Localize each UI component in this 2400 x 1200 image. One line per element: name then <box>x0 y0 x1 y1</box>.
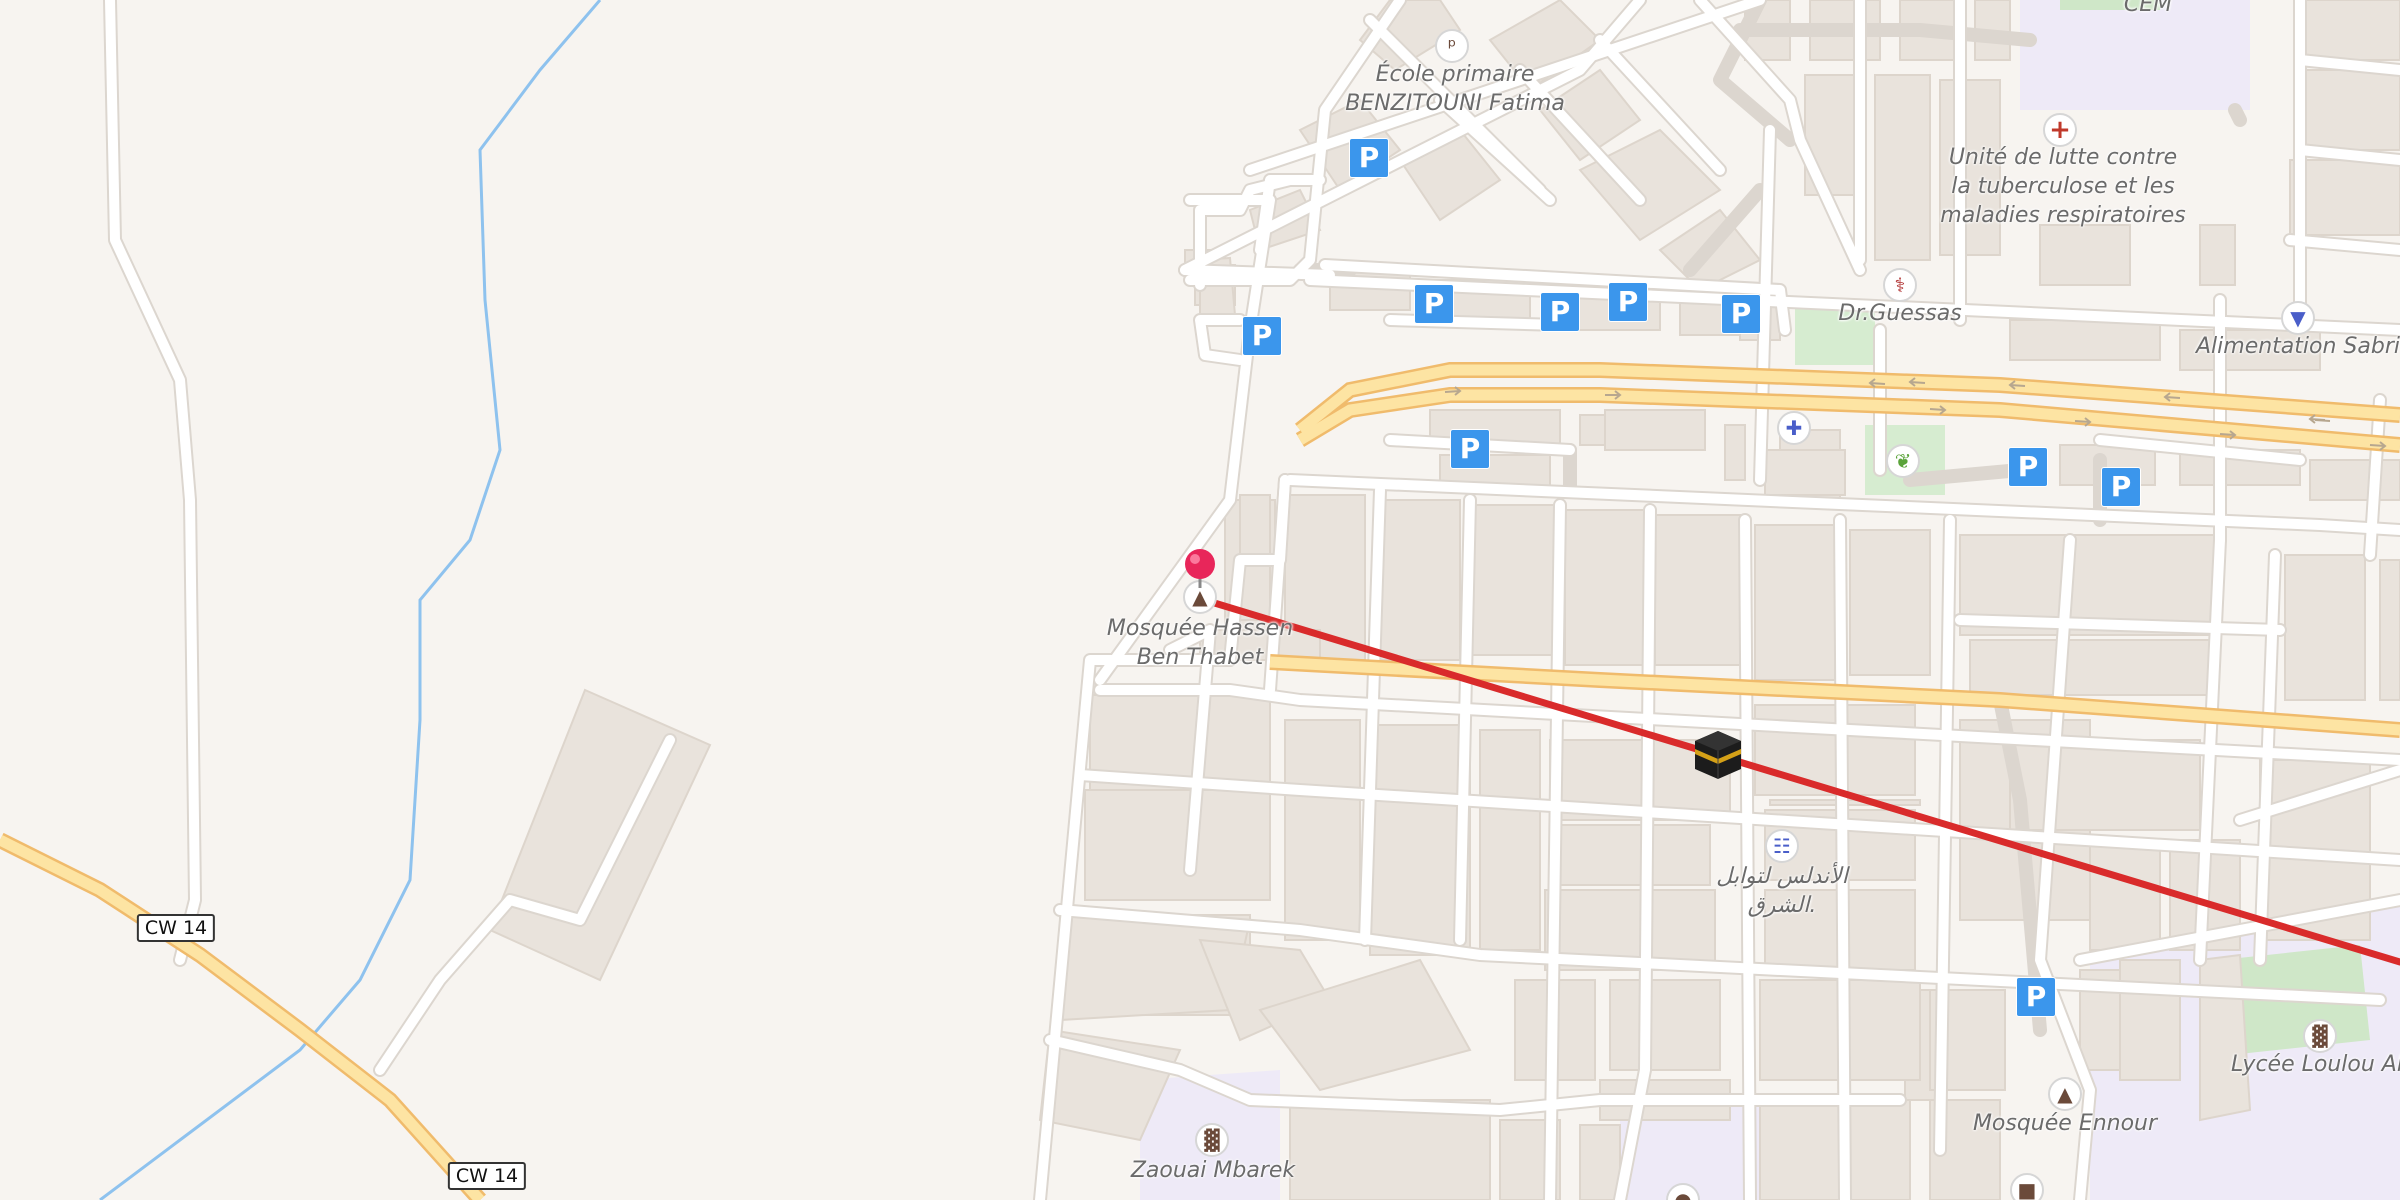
location-pin-icon[interactable] <box>1180 548 1220 592</box>
map-canvas[interactable]: École primaire BENZITOUNI Fatima CEM Uni… <box>0 0 2400 1200</box>
label-zaouai-mbarek: Zaouai Mbarek <box>1130 1158 1296 1183</box>
parking-icon[interactable]: P <box>1721 294 1761 334</box>
pharmacy-icon[interactable]: ✚ <box>1777 411 1811 445</box>
stream <box>99 0 602 1200</box>
parking-icon[interactable]: P <box>1450 429 1490 469</box>
label-mosquee-ennour: Mosquée Ennour <box>1972 1111 2158 1136</box>
parking-icon[interactable]: P <box>1414 284 1454 324</box>
label-alimentation-sabri: Alimentation Sabri <box>2196 334 2400 359</box>
parking-icon[interactable]: P <box>1242 316 1282 356</box>
parking-icon[interactable]: P <box>1540 292 1580 332</box>
parking-icon[interactable]: P <box>2101 467 2141 507</box>
parking-icon[interactable]: P <box>2008 447 2048 487</box>
school-icon[interactable]: ▓ <box>1195 1123 1229 1157</box>
doctor-icon[interactable]: ⚕ <box>1883 268 1917 302</box>
parking-icon[interactable]: P <box>1608 282 1648 322</box>
kaaba-icon[interactable] <box>1691 727 1745 785</box>
parking-icon[interactable]: P <box>2016 977 2056 1017</box>
school-icon[interactable]: ᵖ <box>1435 29 1469 63</box>
parking-icon[interactable]: P <box>1349 138 1389 178</box>
label-dr-guessas: Dr.Guessas <box>1838 301 1962 326</box>
shop-basket-icon[interactable]: ▼ <box>2281 301 2315 335</box>
label-andalous-shop: الأندلس لتوابل الشرق. <box>1716 864 1848 918</box>
waste-basket-icon[interactable]: ■ <box>2010 1173 2044 1200</box>
label-unite-tuberculose: Unité de lutte contre la tuberculose et … <box>1940 145 2186 228</box>
garden-center-icon[interactable]: ❦ <box>1886 444 1920 478</box>
label-ecole-primaire: École primaire BENZITOUNI Fatima <box>1345 62 1565 116</box>
label-mosquee-hassen: Mosquée Hassen Ben Thabet <box>1106 616 1294 670</box>
mosque-icon[interactable]: ▲ <box>2048 1077 2082 1111</box>
road-shield-cw14: CW 14 <box>447 1162 527 1190</box>
supermarket-icon[interactable]: ☷ <box>1765 829 1799 863</box>
road-shield-cw14: CW 14 <box>136 914 216 942</box>
school-icon[interactable]: ▓ <box>2303 1019 2337 1053</box>
label-cem: CEM <box>2123 0 2173 17</box>
label-lycee-loulou-ali: Lycée Loulou Ali <box>2230 1052 2400 1077</box>
hospital-icon[interactable]: + <box>2043 113 2077 147</box>
